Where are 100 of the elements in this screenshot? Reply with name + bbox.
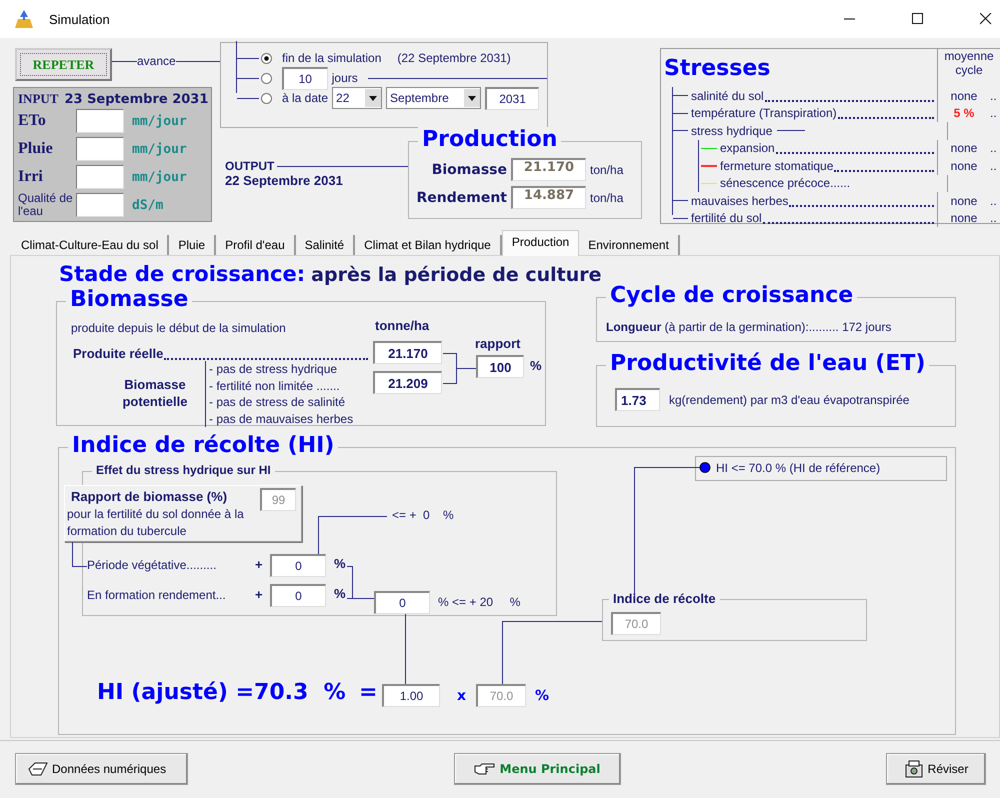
stress-label: mauvaises herbes xyxy=(691,194,788,208)
input-field[interactable] xyxy=(76,109,124,133)
connector-line xyxy=(442,353,476,384)
reference-hi-field: 70.0 xyxy=(476,684,526,707)
condition-text: - pas de mauvaises herbes xyxy=(209,410,354,427)
field-label: ETo xyxy=(18,112,47,130)
unit-label: dS/m xyxy=(132,198,164,212)
unit-label: mm/jour xyxy=(132,142,187,156)
year-field[interactable]: 2031 xyxy=(485,86,540,110)
input-date: 23 Septembre 2031 xyxy=(64,92,208,107)
window-title: Simulation xyxy=(49,12,110,26)
stress-label: fermeture stomatique xyxy=(720,158,834,173)
machine-icon xyxy=(904,759,924,779)
cycle-length: Longueur (à partir de la germination):......... 172 jours xyxy=(606,320,892,334)
stress-value: none xyxy=(950,141,978,156)
unit-header: tonne/ha xyxy=(375,318,430,333)
field-label: Qualité de l'eau xyxy=(18,192,74,218)
stress-tail: .. xyxy=(990,106,998,120)
unit-label: % xyxy=(535,688,550,704)
harvest-index-label: Indice de récolte xyxy=(609,591,720,606)
total-field: 0 xyxy=(374,591,430,614)
stress-value: none xyxy=(950,88,978,103)
stress-value: none xyxy=(950,211,978,226)
stress-tail: .. xyxy=(990,211,998,226)
unit-label: % xyxy=(530,358,542,373)
connector-line xyxy=(405,614,406,684)
productivity-value: 1.73 xyxy=(615,388,660,411)
stage-value: après la période de culture xyxy=(311,264,602,286)
unit-label: ton/ha xyxy=(590,190,624,204)
unit-label: mm/jour xyxy=(132,114,187,128)
unit-label: jours xyxy=(332,71,358,85)
end-date: (22 Septembre 2031) xyxy=(397,51,511,65)
option-label: à la date xyxy=(282,91,328,105)
month-dropdown[interactable]: Septembre xyxy=(386,87,482,109)
radio-button[interactable] xyxy=(260,72,272,84)
field-label: Irri xyxy=(18,168,44,186)
radio-button[interactable] xyxy=(261,92,272,104)
footer-button[interactable]: Menu Principal xyxy=(454,753,620,785)
maximize-icon[interactable] xyxy=(912,13,924,25)
day-dropdown[interactable]: 22 xyxy=(332,87,382,109)
tab[interactable]: Climat-Culture-Eau du sol xyxy=(12,235,170,255)
radio-button[interactable] xyxy=(261,52,272,64)
footer-button[interactable]: Réviser xyxy=(886,753,986,785)
stress-label: expansion xyxy=(720,141,775,156)
unit-label: % xyxy=(334,586,346,601)
tab[interactable]: Pluie xyxy=(169,235,216,255)
close-icon[interactable] xyxy=(980,13,992,25)
production-value: 14.887 xyxy=(511,186,586,209)
reference-text: HI <= 70.0 % (HI de référence) xyxy=(716,461,880,475)
repeat-button[interactable]: REPETER xyxy=(15,48,112,81)
footer-button[interactable]: Données numériques xyxy=(15,753,188,785)
tab[interactable]: Production xyxy=(502,230,580,256)
caret-icon xyxy=(365,89,382,107)
ratio-value: 100 xyxy=(476,355,524,378)
actual-value: 21.170 xyxy=(373,341,442,364)
period-label: Période végétative......... xyxy=(87,558,216,572)
production-label: Rendement xyxy=(415,190,507,206)
stress-tail: .. xyxy=(990,194,998,208)
stress-label: fertilité du sol xyxy=(691,211,762,226)
condition-text: - pas de stress hydrique xyxy=(209,361,338,378)
stress-label: stress hydrique xyxy=(691,124,772,138)
unit-label: mm/jour xyxy=(132,170,187,184)
input-field[interactable] xyxy=(76,137,124,161)
connector-line xyxy=(72,542,88,567)
equals-sign: = xyxy=(359,680,378,705)
productivity-unit: kg(rendement) par m3 d'eau évapotranspirée xyxy=(669,393,910,407)
stress-value: none xyxy=(950,194,978,208)
stress-value: 5 % xyxy=(954,106,974,120)
stress-label: salinité du sol xyxy=(691,88,764,103)
tab[interactable]: Profil d'eau xyxy=(216,235,296,255)
water-stress-title: Effet du stress hydrique sur HI xyxy=(92,463,275,477)
potential-label: Biomasse potentielle xyxy=(121,376,188,410)
stress-value: none xyxy=(950,158,978,173)
adjustment-field[interactable]: 0 xyxy=(270,554,326,577)
stress-tail: .. xyxy=(990,88,998,103)
biomass-ratio-label: Rapport de biomasse (%) xyxy=(71,489,228,504)
total-limit: % <= + 20 % xyxy=(438,595,520,609)
production-value: 21.170 xyxy=(511,158,586,181)
stresses-title: Stresses xyxy=(664,56,770,83)
tab[interactable]: Salinité xyxy=(296,235,356,255)
biomass-ratio-note: pour la fertilité du sol donnée à la formation du tubercule xyxy=(67,506,245,539)
tab[interactable]: Environnement xyxy=(579,235,680,255)
input-field[interactable] xyxy=(76,165,124,189)
ratio-label: rapport xyxy=(475,336,520,351)
input-label: INPUT xyxy=(18,91,58,107)
unit-label: ton/ha xyxy=(590,162,624,176)
input-field[interactable] xyxy=(76,193,124,217)
field-label: Pluie xyxy=(18,140,54,158)
upper-limit: <= + 0 % xyxy=(392,508,454,522)
pointing-hand-icon xyxy=(474,762,496,776)
stress-tail: .. xyxy=(990,141,998,156)
stress-label: sénescence précoce...... xyxy=(720,176,850,190)
advance-label: avance xyxy=(137,54,176,68)
output-label: OUTPUT xyxy=(225,159,274,173)
factor-field: 1.00 xyxy=(382,684,440,707)
stage-label: Stade de croissance: xyxy=(59,262,306,286)
adjustment-field[interactable]: 0 xyxy=(270,584,326,607)
days-field[interactable]: 10 xyxy=(282,66,328,90)
connector-line xyxy=(346,566,374,599)
production-label: Biomasse xyxy=(430,162,507,178)
